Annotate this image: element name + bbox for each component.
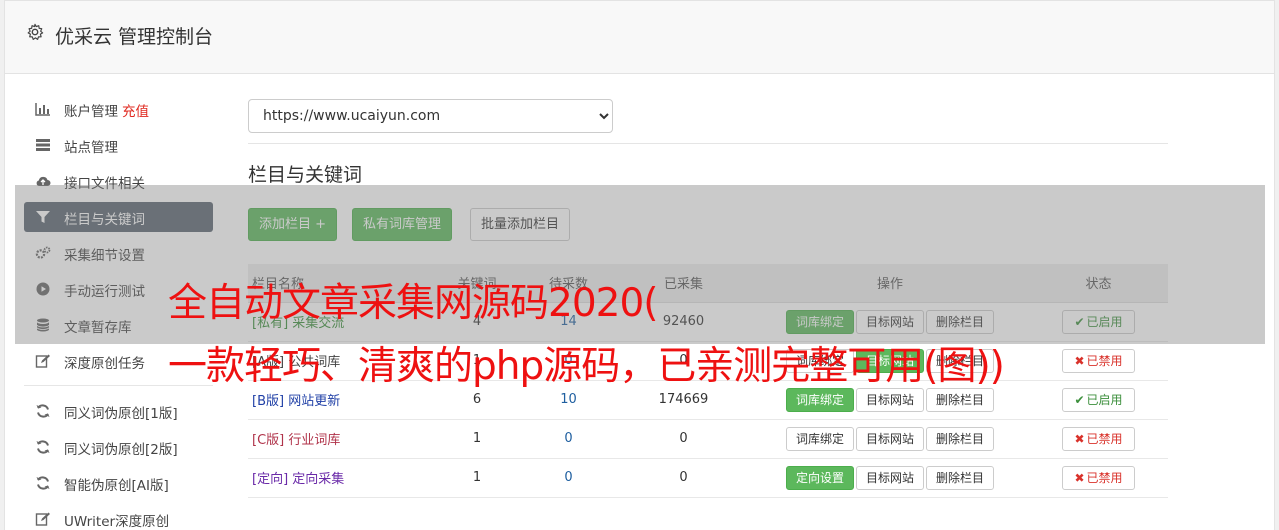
table-row: [C版] 行业词库 1 0 0 词库绑定 目标网站 删除栏目 ✖ 已禁用 [248, 419, 1168, 459]
keyword-count: 1 [433, 458, 521, 498]
target-site-button[interactable]: 目标网站 [855, 426, 924, 451]
pending-count[interactable]: 0 [521, 458, 616, 498]
column-name-link[interactable]: [定向] 定向采集 [248, 458, 433, 498]
edit-icon [35, 354, 50, 368]
x-icon: ✖ [1074, 431, 1085, 446]
status-toggle[interactable]: ✔ 已启用 [1062, 387, 1135, 412]
keyword-count: 1 [433, 419, 521, 459]
table-row: [定向] 定向采集 1 0 0 定向设置 目标网站 删除栏目 ✖ 已禁用 [248, 458, 1168, 498]
recharge-link[interactable]: 充值 [122, 104, 149, 120]
watermark-title-line2: 一款轻巧、清爽的php源码，已亲测完整可用(图)) [168, 344, 1005, 389]
target-site-button[interactable]: 目标网站 [855, 465, 924, 490]
pending-count[interactable]: 0 [521, 419, 616, 459]
sidebar-item-label: 同义词伪原创[2版] [64, 442, 178, 458]
status-toggle[interactable]: ✖ 已禁用 [1062, 426, 1135, 451]
x-icon: ✖ [1074, 353, 1085, 368]
sidebar-item-label: 同义词伪原创[1版] [64, 406, 178, 422]
column-name-link[interactable]: [C版] 行业词库 [248, 419, 433, 459]
delete-column-button[interactable]: 删除栏目 [926, 387, 995, 412]
collected-count: 0 [616, 458, 751, 498]
refresh-icon [36, 404, 50, 418]
refresh-icon [36, 440, 50, 454]
sidebar-item-label: 账户管理 [64, 104, 118, 120]
sidebar-item-synonym-v1[interactable]: 同义词伪原创[1版] [24, 396, 213, 426]
gear-icon [27, 23, 44, 40]
status-toggle[interactable]: ✖ 已禁用 [1062, 465, 1135, 490]
sidebar-item-sites[interactable]: 站点管理 [24, 130, 213, 160]
sidebar-item-label: 深度原创任务 [64, 356, 145, 372]
watermark-title-line1: 全自动文章采集网源码2020( [168, 281, 658, 326]
target-site-button[interactable]: 目标网站 [855, 387, 924, 412]
collected-count: 0 [616, 419, 751, 459]
bar-chart-icon [35, 103, 50, 116]
x-icon: ✖ [1074, 470, 1085, 485]
page-title: 优采云 管理控制台 [55, 26, 214, 48]
sidebar-item-uwriter[interactable]: UWriter深度原创 [24, 504, 213, 530]
check-icon: ✔ [1074, 392, 1085, 407]
delete-column-button[interactable]: 删除栏目 [926, 465, 995, 490]
status-toggle[interactable]: ✖ 已禁用 [1062, 348, 1135, 373]
sidebar-item-ai-rewrite[interactable]: 智能伪原创[AI版] [24, 468, 213, 498]
edit-icon [35, 512, 50, 526]
sidebar-item-label: 站点管理 [64, 140, 118, 156]
site-select[interactable]: https://www.ucaiyun.com [248, 99, 613, 133]
sidebar-item-synonym-v2[interactable]: 同义词伪原创[2版] [24, 432, 213, 462]
targeted-settings-button[interactable]: 定向设置 [785, 465, 854, 490]
section-title: 栏目与关键词 [248, 164, 363, 186]
lexicon-bind-button[interactable]: 词库绑定 [785, 387, 854, 412]
refresh-icon [36, 476, 50, 490]
panel-header: 优采云 管理控制台 [5, 1, 1274, 74]
sidebar-item-label: 智能伪原创[AI版] [64, 478, 169, 494]
sidebar-item-account[interactable]: 账户管理 充值 [24, 94, 213, 124]
sidebar-item-label: UWriter深度原创 [64, 514, 170, 530]
divider [248, 143, 1168, 144]
delete-column-button[interactable]: 删除栏目 [926, 426, 995, 451]
server-icon [36, 139, 50, 151]
lexicon-bind-button[interactable]: 词库绑定 [785, 426, 854, 451]
